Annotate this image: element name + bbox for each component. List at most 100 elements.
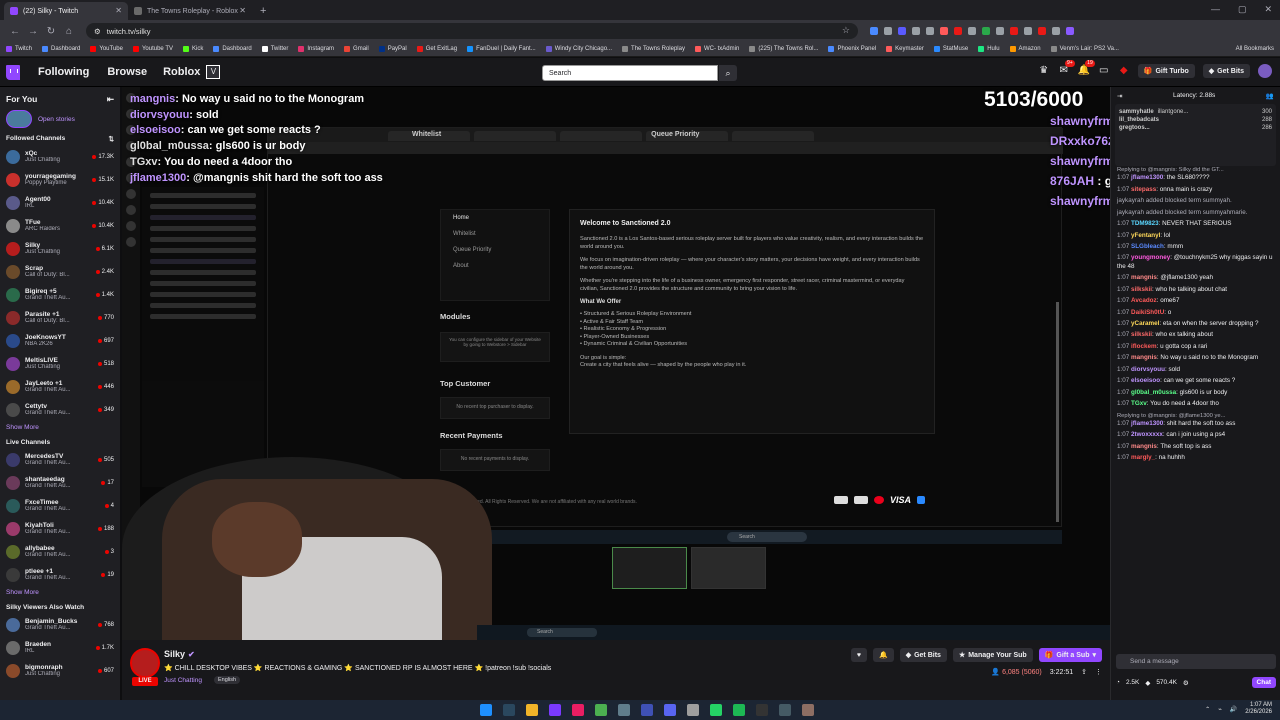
sidebar-channel[interactable]: yourragegaming Poppy Playtime 15.1K	[0, 168, 120, 191]
sidebar-channel[interactable]: ptleee +1 Grand Theft Au... 19	[0, 563, 120, 586]
sidebar-channel[interactable]: TFue ARC Raiders 10.4K	[0, 214, 120, 237]
bookmark-item[interactable]: WC- txAdmin	[694, 46, 739, 52]
windows-start-icon[interactable]	[480, 704, 492, 716]
sidebar-channel[interactable]: Silky Just Chatting 6.1K	[0, 237, 120, 260]
bookmark-item[interactable]: Twitter	[261, 46, 288, 52]
home-icon[interactable]: ⌂	[60, 26, 78, 37]
extension-icon[interactable]	[926, 27, 934, 35]
chat-username[interactable]: elsoeisoo	[1131, 377, 1160, 384]
roblox-link[interactable]: Roblox	[163, 66, 200, 78]
chevron-up-icon[interactable]: ⌃	[1205, 706, 1210, 713]
bookmark-item[interactable]: Phoenix Panel	[828, 46, 876, 52]
minimize-icon[interactable]: —	[1211, 4, 1220, 15]
chat-username[interactable]: iflockem	[1131, 343, 1157, 350]
leaderboard-user[interactable]: gregtoos...	[1119, 124, 1150, 132]
steam-icon[interactable]	[503, 704, 515, 716]
sidebar-channel[interactable]: Scrap Call of Duty: Bl... 2.4K	[0, 260, 120, 283]
chat-username[interactable]: youngmoney	[1131, 254, 1170, 261]
get-bits-button[interactable]: ◆ Get Bits	[899, 648, 947, 662]
chat-username[interactable]: 2twoxxxxx	[1131, 431, 1163, 438]
bookmark-item[interactable]: Instagram	[298, 46, 334, 52]
get-bits-button[interactable]: ◆ Get Bits	[1202, 64, 1250, 78]
bookmark-item[interactable]: Dashboard	[213, 46, 252, 52]
app-icon[interactable]	[549, 704, 561, 716]
forward-icon[interactable]: →	[24, 26, 42, 37]
chat-username[interactable]: jflame1300	[1131, 420, 1163, 427]
profile-avatar-icon[interactable]	[1066, 27, 1074, 35]
bookmark-item[interactable]: Keymaster	[886, 46, 924, 52]
sidebar-channel[interactable]: Bigireq +5 Grand Theft Au... 1.4K	[0, 283, 120, 306]
following-link[interactable]: Following	[38, 66, 89, 78]
manage-sub-button[interactable]: ★ Manage Your Sub	[952, 648, 1033, 662]
app-icon[interactable]	[572, 704, 584, 716]
network-icon[interactable]: ⌁	[1218, 706, 1222, 713]
browser-tab-twitch[interactable]: (22) Silky - Twitch ✕	[4, 2, 128, 20]
sidebar-channel[interactable]: Agent00 IRL 10.4K	[0, 191, 120, 214]
chat-username[interactable]: Avcadoz	[1131, 297, 1157, 304]
notification-bell-button[interactable]: 🔔	[872, 648, 894, 662]
extension-icon[interactable]	[1024, 27, 1032, 35]
bookmark-item[interactable]: FanDuel | Daily Fant...	[467, 46, 536, 52]
close-icon[interactable]: ✕	[115, 6, 122, 15]
bookmark-item[interactable]: Gmail	[344, 46, 369, 52]
bookmark-item[interactable]: Dashboard	[42, 46, 80, 52]
bookmark-star-icon[interactable]: ☆	[842, 25, 850, 36]
close-icon[interactable]: ✕	[239, 6, 246, 15]
settings-icon[interactable]	[779, 704, 791, 716]
bookmark-item[interactable]: Kick	[182, 46, 203, 52]
extension-icon[interactable]	[870, 27, 878, 35]
chrome-icon[interactable]	[595, 704, 607, 716]
chat-username[interactable]: silkskii	[1131, 331, 1152, 338]
close-window-icon[interactable]: ✕	[1264, 4, 1272, 15]
sidebar-channel[interactable]: Cettytv Grand Theft Au... 349	[0, 398, 120, 421]
extension-icon[interactable]	[954, 27, 962, 35]
bits-icon[interactable]: ◆	[1145, 679, 1150, 687]
chat-username[interactable]: yFentanyl	[1131, 232, 1160, 239]
user-avatar[interactable]	[1258, 64, 1272, 78]
extension-icon[interactable]	[1052, 27, 1060, 35]
discord-icon[interactable]	[664, 704, 676, 716]
app-icon[interactable]	[802, 704, 814, 716]
browse-link[interactable]: Browse	[107, 66, 147, 78]
app-icon[interactable]	[687, 704, 699, 716]
extension-icon[interactable]	[982, 27, 990, 35]
sidebar-channel[interactable]: MeltisLIVE Just Chatting 518	[0, 352, 120, 375]
chat-username[interactable]: margly_	[1131, 454, 1155, 461]
bookmark-item[interactable]: Venm's Lair: PS2 Va...	[1050, 46, 1119, 52]
reply-context[interactable]: Replying to @mangnis: @jflame1300 ye...	[1117, 412, 1274, 420]
whispers-icon[interactable]: ▭	[1098, 65, 1110, 77]
sidebar-channel[interactable]: shantaeedag Grand Theft Au... 17	[0, 471, 120, 494]
sidebar-channel[interactable]: MercedesTV Grand Theft Au... 505	[0, 448, 120, 471]
bookmark-item[interactable]: Twitch	[6, 46, 32, 52]
browser-tab-roblox[interactable]: The Towns Roleplay - Roblox ✕	[128, 2, 252, 20]
follow-heart-button[interactable]: ♥	[850, 648, 867, 662]
extension-icon[interactable]	[912, 27, 920, 35]
sidebar-channel[interactable]: JayLeeto +1 Grand Theft Au... 446	[0, 375, 120, 398]
bookmark-item[interactable]: Youtube TV	[132, 46, 173, 52]
bookmark-item[interactable]: StatMuse	[933, 46, 968, 52]
sidebar-channel[interactable]: Braeden IRL 1.7K	[0, 636, 120, 659]
sort-icon[interactable]: ⇅	[109, 135, 114, 143]
chat-username[interactable]: diorvsyouu	[1131, 366, 1165, 373]
users-icon[interactable]: 👥	[1266, 92, 1274, 100]
gear-icon[interactable]: ⚙	[1183, 679, 1189, 687]
search-input[interactable]: Search	[542, 65, 718, 81]
extension-icon[interactable]	[884, 27, 892, 35]
chat-username[interactable]: mangnis	[1131, 443, 1157, 450]
language-tag[interactable]: English	[214, 676, 241, 684]
extension-icon[interactable]	[1010, 27, 1018, 35]
chat-username[interactable]: mangnis	[1131, 354, 1157, 361]
sidebar-channel[interactable]: Benjamin_Bucks Grand Theft Au... 768	[0, 613, 120, 636]
chat-username[interactable]: yCaramel	[1131, 320, 1159, 327]
reply-context[interactable]: Replying to @mangnis: Silky did the GT..…	[1117, 166, 1274, 174]
bookmark-item[interactable]: (225) The Towns Rol...	[749, 46, 818, 52]
chat-username[interactable]: silkskii	[1131, 286, 1152, 293]
notifications-icon[interactable]: 🔔 19	[1078, 60, 1095, 77]
chat-username[interactable]: SLGbleach	[1131, 243, 1164, 250]
chat-send-button[interactable]: Chat	[1251, 677, 1276, 688]
show-more-link[interactable]: Show More	[0, 586, 120, 600]
sidebar-channel[interactable]: KiyahToli Grand Theft Au... 188	[0, 517, 120, 540]
leaderboard-user[interactable]: sammyhatle	[1119, 108, 1154, 116]
chat-username[interactable]: jflame1300	[1131, 174, 1163, 181]
chat-input[interactable]: Send a message	[1116, 654, 1276, 669]
